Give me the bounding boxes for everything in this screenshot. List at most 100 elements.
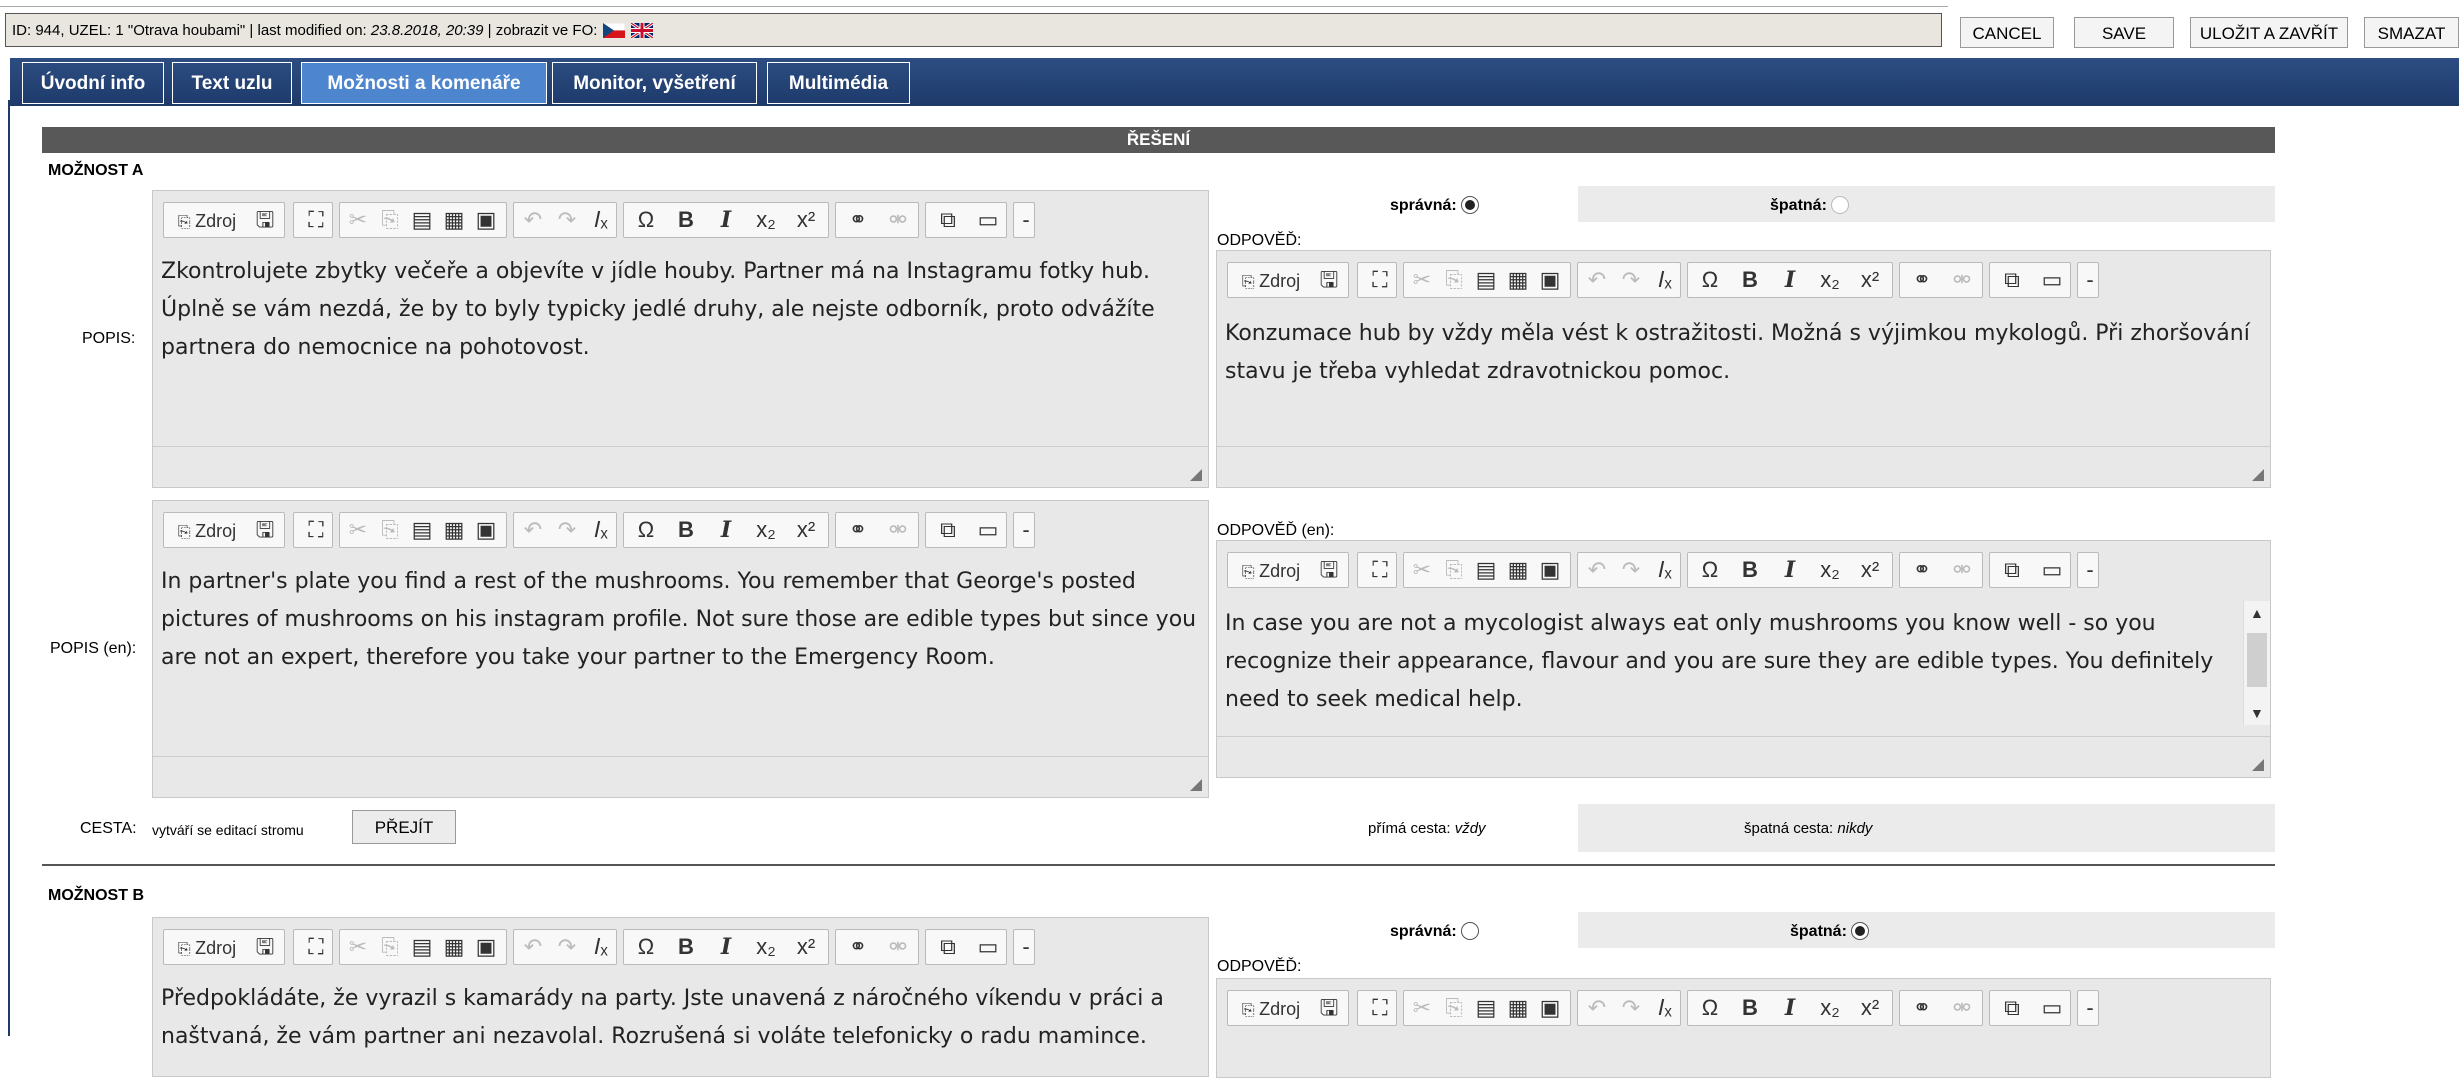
bold-icon[interactable]: B	[666, 930, 706, 964]
delete-button[interactable]: SMAZAT	[2364, 17, 2459, 48]
uk-flag-icon[interactable]	[630, 17, 655, 40]
copy-icon[interactable]: ⎘	[1438, 263, 1470, 297]
link-icon[interactable]: ⚭	[838, 930, 878, 964]
source-button[interactable]: ⎘ Zdroj	[166, 930, 248, 964]
template-icon[interactable]: ▭	[2032, 991, 2072, 1025]
special-char-icon[interactable]: Ω	[626, 930, 666, 964]
italic-icon[interactable]: I	[1770, 263, 1810, 297]
scroll-down-icon[interactable]: ▼	[2250, 705, 2264, 721]
remove-format-icon[interactable]: 𝐼ₓ	[1648, 553, 1682, 587]
scroll-up-icon[interactable]: ▲	[2250, 605, 2264, 621]
template-icon[interactable]: ▭	[2032, 263, 2072, 297]
paste-icon[interactable]: ▤	[1470, 553, 1502, 587]
save-icon[interactable]: 🖫	[248, 930, 282, 964]
superscript-icon[interactable]: x²	[1850, 553, 1890, 587]
cut-icon[interactable]: ✂	[1406, 263, 1438, 297]
answer-en-editor[interactable]: ⎘ Zdroj 🖫 ⛶ ✂ ⎘ ▤ ▦ ▣ ↶ ↷ 𝐼ₓ Ω B Ix₂ x² ⚭ ⚮ ⧉ ▭ - In case y…	[1216, 540, 2271, 778]
option-b-popis-text[interactable]: Předpokládáte, že vyrazil s kamarády na …	[161, 980, 1200, 1056]
copy-icon[interactable]: ⎘	[374, 930, 406, 964]
undo-icon[interactable]: ↶	[1580, 991, 1614, 1025]
redo-icon[interactable]: ↷	[1614, 991, 1648, 1025]
cut-icon[interactable]: ✂	[342, 513, 374, 547]
maximize-icon[interactable]: ⛶	[1360, 263, 1400, 297]
undo-icon[interactable]: ↶	[516, 513, 550, 547]
source-button[interactable]: ⎘ Zdroj	[1230, 553, 1312, 587]
div-icon[interactable]: ⧉	[928, 203, 968, 237]
correct-radio[interactable]	[1461, 196, 1480, 214]
option-b-answer-editor[interactable]: ⎘ Zdroj 🖫 ⛶ ✂ ⎘ ▤ ▦ ▣ ↶ ↷ 𝐼ₓ Ω B Ix₂ x² ⚭ ⚮ ⧉ ▭ -	[1216, 978, 2271, 1078]
redo-icon[interactable]: ↷	[1614, 553, 1648, 587]
czech-flag-icon[interactable]	[603, 17, 626, 38]
paste-word-icon[interactable]: ▣	[1534, 553, 1566, 587]
italic-icon[interactable]: I	[706, 203, 746, 237]
cancel-button[interactable]: CANCEL	[1960, 17, 2054, 48]
italic-icon[interactable]: I	[706, 513, 746, 547]
paste-word-icon[interactable]: ▣	[470, 513, 502, 547]
paste-text-icon[interactable]: ▦	[438, 513, 470, 547]
template-icon[interactable]: ▭	[968, 513, 1008, 547]
paste-icon[interactable]: ▤	[406, 513, 438, 547]
cut-icon[interactable]: ✂	[1406, 553, 1438, 587]
save-icon[interactable]: 🖫	[248, 513, 282, 547]
resize-handle-icon[interactable]	[2252, 469, 2264, 481]
div-icon[interactable]: ⧉	[928, 513, 968, 547]
unlink-icon[interactable]: ⚮	[1942, 553, 1982, 587]
save-icon[interactable]: 🖫	[1312, 991, 1346, 1025]
superscript-icon[interactable]: x²	[1850, 263, 1890, 297]
undo-icon[interactable]: ↶	[1580, 553, 1614, 587]
source-button[interactable]: ⎘ Zdroj	[166, 513, 248, 547]
resize-handle-icon[interactable]	[1190, 469, 1202, 481]
superscript-icon[interactable]: x²	[786, 203, 826, 237]
source-button[interactable]: ⎘ Zdroj	[1230, 263, 1312, 297]
popis-en-editor[interactable]: ⎘ Zdroj 🖫 ⛶ ✂ ⎘ ▤ ▦ ▣ ↶ ↷ 𝐼ₓ Ω B Ix₂ x² ⚭ ⚮ ⧉ ▭ - In partne…	[152, 500, 1209, 798]
collapse-toolbar-icon[interactable]: -	[2080, 263, 2100, 297]
option-b-popis-editor[interactable]: ⎘ Zdroj 🖫 ⛶ ✂ ⎘ ▤ ▦ ▣ ↶ ↷ 𝐼ₓ Ω B Ix₂ x² ⚭ ⚮ ⧉ ▭ - Předpoklá…	[152, 917, 1209, 1077]
collapse-toolbar-icon[interactable]: -	[1016, 513, 1036, 547]
template-icon[interactable]: ▭	[2032, 553, 2072, 587]
redo-icon[interactable]: ↷	[550, 513, 584, 547]
unlink-icon[interactable]: ⚮	[878, 513, 918, 547]
remove-format-icon[interactable]: 𝐼ₓ	[1648, 991, 1682, 1025]
copy-icon[interactable]: ⎘	[1438, 991, 1470, 1025]
div-icon[interactable]: ⧉	[1992, 263, 2032, 297]
link-icon[interactable]: ⚭	[1902, 991, 1942, 1025]
copy-icon[interactable]: ⎘	[374, 203, 406, 237]
subscript-icon[interactable]: x₂	[1810, 553, 1850, 587]
bold-icon[interactable]: B	[666, 513, 706, 547]
paste-text-icon[interactable]: ▦	[1502, 263, 1534, 297]
link-icon[interactable]: ⚭	[838, 203, 878, 237]
subscript-icon[interactable]: x₂	[1810, 991, 1850, 1025]
bold-icon[interactable]: B	[1730, 553, 1770, 587]
option-b-correct-radio[interactable]	[1461, 922, 1480, 940]
italic-icon[interactable]: I	[706, 930, 746, 964]
bold-icon[interactable]: B	[666, 203, 706, 237]
cut-icon[interactable]: ✂	[342, 930, 374, 964]
undo-icon[interactable]: ↶	[516, 203, 550, 237]
copy-icon[interactable]: ⎘	[1438, 553, 1470, 587]
bold-icon[interactable]: B	[1730, 263, 1770, 297]
save-icon[interactable]: 🖫	[1312, 553, 1346, 587]
paste-text-icon[interactable]: ▦	[438, 930, 470, 964]
link-icon[interactable]: ⚭	[838, 513, 878, 547]
subscript-icon[interactable]: x₂	[746, 203, 786, 237]
undo-icon[interactable]: ↶	[1580, 263, 1614, 297]
answer-text[interactable]: Konzumace hub by vždy měla vést k ostraž…	[1225, 315, 2262, 391]
redo-icon[interactable]: ↷	[550, 203, 584, 237]
special-char-icon[interactable]: Ω	[626, 203, 666, 237]
wrong-radio[interactable]	[1831, 196, 1850, 214]
bold-icon[interactable]: B	[1730, 991, 1770, 1025]
copy-icon[interactable]: ⎘	[374, 513, 406, 547]
resize-handle-icon[interactable]	[2252, 759, 2264, 771]
paste-text-icon[interactable]: ▦	[1502, 991, 1534, 1025]
collapse-toolbar-icon[interactable]: -	[2080, 553, 2100, 587]
template-icon[interactable]: ▭	[968, 930, 1008, 964]
maximize-icon[interactable]: ⛶	[296, 203, 336, 237]
unlink-icon[interactable]: ⚮	[878, 930, 918, 964]
maximize-icon[interactable]: ⛶	[296, 930, 336, 964]
answer-en-text[interactable]: In case you are not a mycologist always …	[1225, 605, 2230, 719]
tab-multimedia[interactable]: Multimédia	[767, 62, 910, 104]
link-icon[interactable]: ⚭	[1902, 553, 1942, 587]
scrollbar[interactable]: ▲ ▼	[2243, 601, 2270, 725]
superscript-icon[interactable]: x²	[1850, 991, 1890, 1025]
maximize-icon[interactable]: ⛶	[296, 513, 336, 547]
